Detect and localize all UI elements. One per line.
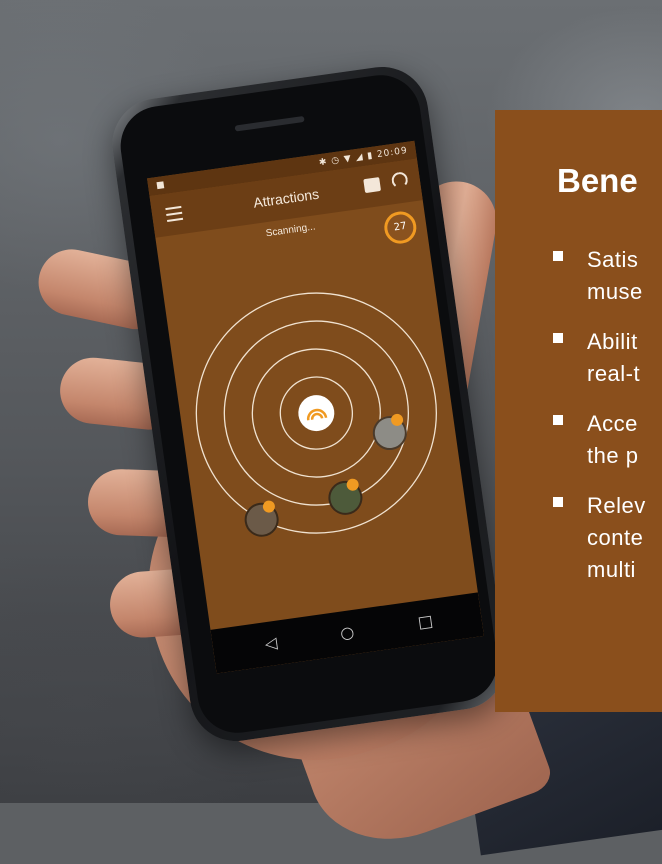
list-item: Abilit real-t	[553, 326, 646, 390]
alarm-icon: ◷	[330, 155, 341, 167]
benefit-text: the p	[587, 443, 639, 468]
notification-icon: ■	[155, 180, 166, 192]
bullet-icon	[553, 497, 563, 507]
panel-title: Bene	[557, 162, 638, 199]
beacon-icon[interactable]	[390, 171, 409, 190]
hamburger-menu-icon[interactable]	[165, 205, 184, 222]
android-nav-bar: ◁ ○ □	[210, 592, 484, 674]
benefit-text: muse	[587, 279, 643, 304]
radar-view	[195, 292, 437, 538]
benefit-text: Acce	[587, 411, 638, 436]
phone-screen: ■ ✱ ◷ ▼ ◢ ▮ 20:09 Attractions Scanning..…	[147, 140, 484, 674]
attraction-marker[interactable]	[327, 478, 363, 516]
wifi-icon: ▼	[343, 153, 353, 165]
bullet-icon	[553, 251, 563, 261]
benefit-text: conte	[587, 525, 644, 550]
benefits-list: Satis muse Abilit real-t Acce the p Rele…	[553, 244, 646, 604]
map-icon[interactable]	[363, 177, 382, 194]
signal-icon: ◢	[354, 152, 365, 164]
list-item: Acce the p	[553, 408, 646, 472]
home-icon[interactable]: ○	[336, 622, 358, 644]
status-time: 20:09	[376, 145, 409, 161]
bullet-icon	[553, 415, 563, 425]
list-item: Relev conte multi	[553, 490, 646, 586]
benefit-text: multi	[587, 557, 636, 582]
benefit-text: Abilit	[587, 329, 638, 354]
benefit-text: Relev	[587, 493, 646, 518]
list-item: Satis muse	[553, 244, 646, 308]
benefit-text: real-t	[587, 361, 641, 386]
user-location-icon	[298, 395, 335, 432]
benefits-panel: Bene Satis muse Abilit real-t Acce the p…	[495, 110, 662, 712]
benefit-text: Satis	[587, 247, 639, 272]
bullet-icon	[553, 333, 563, 343]
attraction-marker[interactable]	[243, 500, 279, 538]
battery-icon: ▮	[366, 150, 374, 162]
bluetooth-icon: ✱	[318, 157, 329, 169]
earpiece-speaker	[234, 115, 305, 132]
back-icon[interactable]: ◁	[260, 632, 282, 654]
recent-apps-icon[interactable]: □	[414, 611, 436, 633]
